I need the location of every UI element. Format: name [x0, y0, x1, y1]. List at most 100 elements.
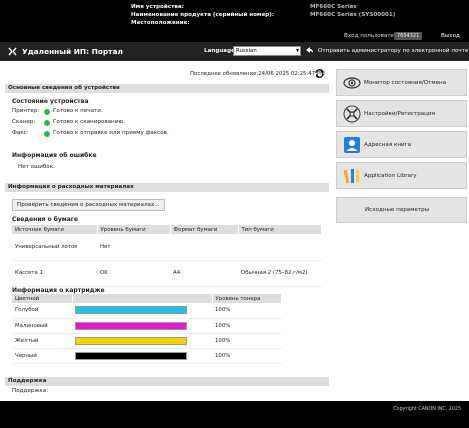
- library-icon: [343, 169, 359, 184]
- paper-col-type: Тип бумаги: [238, 225, 322, 234]
- paper-source-cell: Универсальный лоток: [12, 234, 97, 261]
- settings-registration-label: Настройки/Регистрация: [364, 111, 435, 117]
- main-content: Последнее обновление:24/06 2025 02:25:47…: [0, 61, 334, 401]
- copyright-text: Copyright CANON INC. 2025: [393, 407, 461, 412]
- monitor-status-label: Монитор состояния/Отмена: [364, 80, 447, 86]
- logout-link[interactable]: Выход: [441, 33, 460, 39]
- product-name-label: Наименование продукта (серийный номер):: [131, 12, 275, 18]
- table-row: Малиновый 100%: [12, 318, 282, 334]
- language-value: Russian: [236, 48, 257, 54]
- paper-info-title: Сведения о бумаге: [12, 216, 78, 223]
- toner-bar-yellow: [75, 336, 187, 345]
- portal-logo-icon: [7, 46, 18, 57]
- cartridge-col-color: Цветной: [12, 294, 73, 303]
- top-bar: Имя устройства: MF660C Series Наименован…: [0, 0, 469, 42]
- cartridge-name-cell: Малиновый: [12, 318, 72, 334]
- portal-title: Удаленный ИП: Портал: [22, 47, 123, 56]
- support-link[interactable]: Поддержка:: [12, 388, 48, 394]
- table-row: Желтый 100%: [12, 333, 282, 349]
- address-book-label: Адресная книга: [364, 142, 412, 148]
- cartridge-name-cell: Черный: [12, 348, 72, 364]
- mail-admin-link[interactable]: Отправить администратору по электронной …: [318, 48, 468, 54]
- language-select[interactable]: Russian ▾: [233, 46, 301, 56]
- refresh-icon[interactable]: [314, 68, 325, 79]
- toner-level-cell: 100%: [212, 318, 282, 334]
- toner-bar-cell: [72, 348, 212, 364]
- toner-level-cell: 100%: [212, 303, 282, 319]
- cartridge-name-cell: Голубой: [12, 303, 72, 319]
- title-bar: Удаленный ИП: Портал Language: Russian ▾…: [0, 42, 469, 61]
- cartridge-info-title: Информация о картридже: [12, 287, 105, 294]
- side-menu: Монитор состояния/Отмена Настройки/Регис…: [334, 61, 469, 401]
- cartridge-col-level: Уровень тонера: [212, 294, 282, 303]
- paper-type-cell: Обычная 2 (75–82 г/м2): [238, 260, 322, 287]
- cartridge-table-header: Цветной Уровень тонера: [12, 294, 282, 303]
- scanner-status-value: Готово к сканированию.: [53, 119, 125, 125]
- location-row: Местоположение:: [131, 20, 190, 26]
- user-bar: Вход пользователя: 7654321 Выход: [0, 32, 469, 42]
- paper-size-cell: [170, 234, 238, 261]
- tools-icon: [343, 105, 361, 123]
- support-header: Поддержка: [5, 377, 329, 386]
- eye-icon: [343, 77, 361, 89]
- paper-source-cell: Кассета 1: [12, 260, 97, 287]
- monitor-status-button[interactable]: Монитор состояния/Отмена: [336, 69, 467, 96]
- footer: Copyright CANON INC. 2025: [0, 401, 469, 428]
- default-settings-button[interactable]: Исходные параметры: [336, 197, 467, 223]
- username-badge: 7654321: [394, 32, 423, 40]
- basic-info-header: Основные сведения об устройстве: [5, 84, 329, 93]
- scanner-ready-icon: [44, 120, 50, 126]
- settings-registration-button[interactable]: Настройки/Регистрация: [336, 100, 467, 127]
- printer-ready-icon: [44, 109, 50, 115]
- application-library-button[interactable]: Application Library: [336, 162, 467, 189]
- fax-status-label: Факс:: [12, 130, 29, 136]
- chevron-down-icon: ▾: [295, 47, 299, 54]
- table-row: Голубой 100%: [12, 303, 282, 319]
- cartridge-col-bar: [72, 294, 213, 303]
- cartridge-name-cell: Желтый: [12, 333, 72, 349]
- device-name-label: Имя устройства:: [131, 4, 184, 10]
- toner-level-cell: 100%: [212, 348, 282, 364]
- address-book-button[interactable]: Адресная книга: [336, 131, 467, 158]
- device-name-row: Имя устройства: MF660C Series: [131, 4, 357, 10]
- toner-bar-black: [75, 351, 187, 360]
- paper-table: Источник бумаги Уровень бумаги Формат бу…: [12, 225, 322, 287]
- paper-col-size: Формат бумаги: [170, 225, 239, 234]
- product-name-value: MF660C Series (SYS00001): [310, 12, 396, 18]
- toner-level-cell: 100%: [212, 333, 282, 349]
- location-label: Местоположение:: [131, 20, 190, 26]
- paper-col-source: Источник бумаги: [12, 225, 98, 234]
- toner-bar-cell: [72, 333, 212, 349]
- toner-bar-cyan: [75, 306, 187, 315]
- last-update-text: Последнее обновление:24/06 2025 02:25:47…: [190, 71, 325, 77]
- paper-size-cell: A4: [170, 260, 238, 287]
- toner-bar-cell: [72, 303, 212, 319]
- error-info-value: Нет ошибок.: [18, 164, 55, 170]
- paper-table-header: Источник бумаги Уровень бумаги Формат бу…: [12, 225, 322, 234]
- cartridge-table: Цветной Уровень тонера Голубой 100% Мали…: [12, 294, 282, 364]
- check-consumables-button[interactable]: Проверить сведения о расходных материала…: [12, 199, 165, 211]
- toner-bar-magenta: [75, 321, 187, 330]
- device-status-title: Состояние устройства: [12, 98, 89, 105]
- paper-level-cell: OK: [97, 260, 170, 287]
- scanner-status-label: Сканер:: [12, 119, 36, 125]
- fax-status-value: Готово к отправке или приему факсов.: [53, 130, 169, 136]
- address-book-icon: [344, 137, 360, 153]
- printer-status-value: Готово к печати.: [53, 108, 103, 114]
- paper-type-cell: [238, 234, 322, 261]
- mail-icon[interactable]: [305, 46, 314, 55]
- paper-col-level: Уровень бумаги: [97, 225, 171, 234]
- product-name-row: Наименование продукта (серийный номер): …: [131, 12, 395, 18]
- table-row: Универсальный лоток Нет: [12, 234, 322, 261]
- table-row: Черный 100%: [12, 348, 282, 364]
- fax-ready-icon: [44, 131, 50, 137]
- table-row: Кассета 1 OK A4 Обычная 2 (75–82 г/м2): [12, 260, 322, 287]
- printer-status-label: Принтер:: [12, 108, 40, 114]
- device-name-value: MF660C Series: [310, 4, 357, 10]
- paper-level-cell: Нет: [97, 234, 170, 261]
- application-library-label: Application Library: [364, 173, 417, 179]
- default-settings-label: Исходные параметры: [365, 207, 430, 213]
- error-info-title: Информация об ошибке: [12, 152, 97, 159]
- consumables-header: Информация о расходных материалах: [5, 183, 329, 192]
- toner-bar-cell: [72, 318, 212, 334]
